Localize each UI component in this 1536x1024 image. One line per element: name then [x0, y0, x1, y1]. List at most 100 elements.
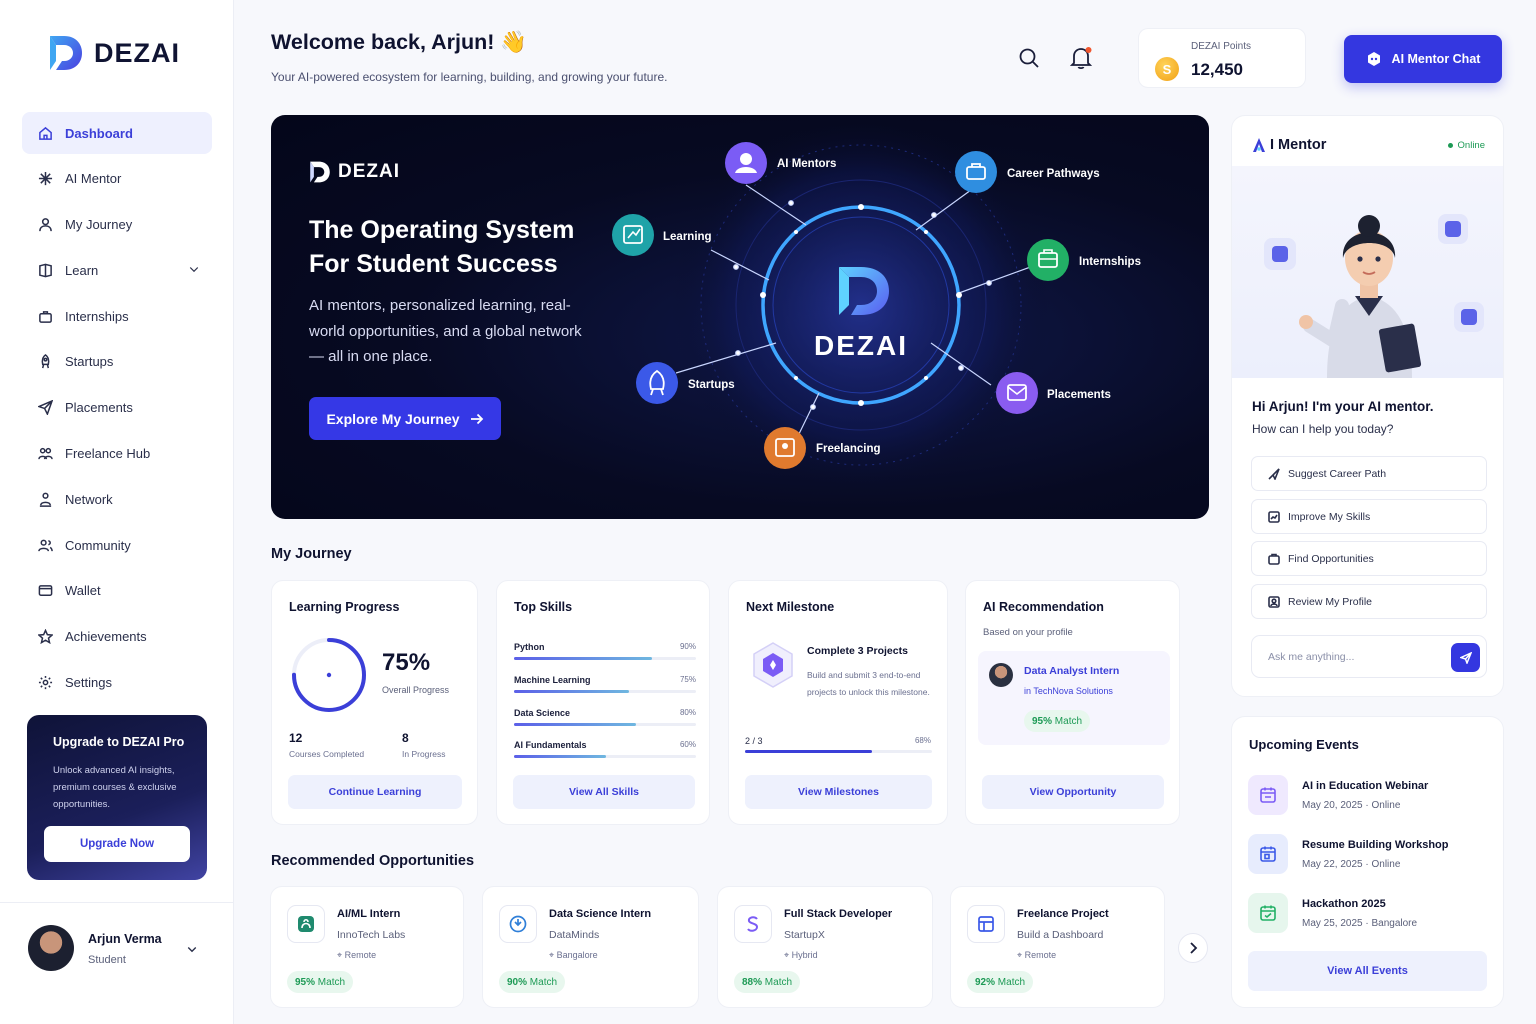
- sidebar-item-dashboard[interactable]: Dashboard: [22, 112, 212, 154]
- sidebar-item-network[interactable]: Network: [22, 478, 212, 520]
- sidebar-item-community[interactable]: Community: [22, 524, 212, 566]
- hero-description: AI mentors, personalized learning, real-…: [309, 297, 582, 365]
- recommendation-box[interactable]: Data Analyst Intern in TechNova Solution…: [978, 651, 1170, 745]
- sidebar-item-placements[interactable]: Placements: [22, 387, 212, 429]
- node-label-career-pathways: Career Pathways: [1007, 168, 1100, 180]
- hero-logo: DEZAI: [309, 160, 400, 184]
- find-opportunities-button[interactable]: Find Opportunities: [1251, 541, 1487, 576]
- points-value: 12,450: [1191, 60, 1243, 79]
- explore-my-journey-button[interactable]: Explore My Journey: [309, 397, 501, 440]
- next-opportunities-button[interactable]: [1178, 933, 1208, 963]
- match-word: Match: [317, 976, 346, 988]
- view-milestones-button[interactable]: View Milestones: [745, 775, 932, 809]
- send-icon: [38, 400, 53, 416]
- calendar-icon: [1248, 775, 1288, 815]
- briefcase-icon: [1268, 553, 1280, 565]
- opportunity-location: ⌖ Hybrid: [784, 950, 818, 961]
- sidebar-item-startups[interactable]: Startups: [22, 341, 212, 383]
- ai-mentor-chat-label: AI Mentor Chat: [1391, 52, 1481, 66]
- event-item[interactable]: Hackathon 2025 May 25, 2025 · Bangalore: [1248, 893, 1493, 937]
- suggestion-label: Find Opportunities: [1288, 552, 1374, 565]
- sidebar-item-label: AI Mentor: [65, 171, 122, 187]
- ai-recommendation-card: AI Recommendation Based on your profile …: [965, 580, 1180, 825]
- sidebar-item-achievements[interactable]: Achievements: [22, 616, 212, 658]
- opportunity-card[interactable]: Freelance Project Build a Dashboard ⌖ Re…: [950, 886, 1165, 1008]
- mentor-chat-input[interactable]: Ask me anything...: [1251, 635, 1487, 678]
- shield-icon: [499, 905, 537, 943]
- view-all-events-button[interactable]: View All Events: [1248, 951, 1487, 991]
- search-icon[interactable]: [1018, 47, 1040, 69]
- hero-logo-text: DEZAI: [338, 161, 400, 182]
- user-icon: [39, 218, 52, 232]
- chat-placeholder: Ask me anything...: [1268, 650, 1355, 663]
- improve-my-skills-button[interactable]: Improve My Skills: [1251, 499, 1487, 534]
- skill-row: Machine Learning 75%: [514, 675, 696, 693]
- home-icon: [39, 126, 52, 140]
- sidebar-item-my-journey[interactable]: My Journey: [22, 204, 212, 246]
- location-pin-icon: ⌖: [784, 950, 790, 960]
- sidebar-item-settings[interactable]: Settings: [22, 662, 212, 704]
- upgrade-title: Upgrade to DEZAI Pro: [53, 735, 185, 749]
- opportunity-card[interactable]: AI/ML Intern InnoTech Labs ⌖ Remote 95% …: [270, 886, 464, 1008]
- people-icon: [38, 447, 53, 460]
- opportunity-title: Data Science Intern: [549, 908, 652, 920]
- user-profile[interactable]: Arjun Verma Student: [0, 902, 234, 1024]
- upgrade-now-button[interactable]: Upgrade Now: [44, 826, 190, 862]
- sidebar-item-ai-mentor[interactable]: AI Mentor: [22, 158, 212, 200]
- points-card[interactable]: S DEZAI Points 12,450: [1138, 28, 1306, 88]
- chevron-down-icon[interactable]: [186, 943, 198, 955]
- sidebar-item-label: Wallet: [65, 583, 101, 599]
- progress-percent: 75%: [382, 649, 431, 676]
- sidebar-item-internships[interactable]: Internships: [22, 295, 212, 337]
- skill-row: AI Fundamentals 60%: [514, 740, 696, 758]
- card-title: AI Recommendation: [983, 600, 1104, 614]
- send-button[interactable]: [1451, 643, 1480, 672]
- match-value: 88%: [742, 976, 763, 988]
- sidebar-item-label: Dashboard: [65, 125, 133, 141]
- dezai-logo-icon: [50, 36, 82, 70]
- match-value: 95%: [295, 976, 316, 988]
- sidebar-item-learn[interactable]: Learn: [22, 249, 212, 291]
- node-label-placements: Placements: [1047, 389, 1111, 401]
- mentor-illustration: [1232, 166, 1503, 378]
- sparkle-icon: [38, 172, 53, 186]
- progress-ring: [292, 638, 366, 712]
- sidebar-item-wallet[interactable]: Wallet: [22, 570, 212, 612]
- suggestion-label: Review My Profile: [1288, 595, 1373, 608]
- mentor-logo-icon: [1253, 138, 1265, 152]
- recommendation-role: Data Analyst Intern: [1024, 665, 1120, 677]
- event-item[interactable]: Resume Building Workshop May 22, 2025 · …: [1248, 834, 1493, 878]
- node-startups: [636, 362, 678, 404]
- opportunity-card[interactable]: Data Science Intern DataMinds ⌖ Bangalor…: [482, 886, 699, 1008]
- events-heading: Upcoming Events: [1249, 737, 1359, 752]
- recommended-opportunities-heading: Recommended Opportunities: [271, 853, 475, 869]
- match-badge: 90% Match: [499, 971, 566, 993]
- opportunity-company: InnoTech Labs: [337, 929, 406, 941]
- bell-icon[interactable]: [1070, 46, 1092, 70]
- skill-name: AI Fundamentals: [514, 740, 587, 750]
- in-progress-count: 8: [402, 731, 409, 745]
- brand-logo[interactable]: DEZAI: [48, 34, 180, 72]
- review-my-profile-button[interactable]: Review My Profile: [1251, 584, 1487, 619]
- briefcase-icon: [39, 310, 52, 323]
- match-badge: 88% Match: [734, 971, 801, 993]
- suggest-career-path-button[interactable]: Suggest Career Path: [1251, 456, 1487, 491]
- match-word: Match: [1054, 715, 1083, 727]
- location-pin-icon: ⌖: [1017, 950, 1023, 960]
- ai-mentor-chat-button[interactable]: AI Mentor Chat: [1344, 35, 1502, 83]
- skill-percent: 75%: [679, 675, 696, 684]
- chevron-down-icon[interactable]: [188, 263, 200, 275]
- calendar-icon: [1248, 893, 1288, 933]
- view-all-skills-button[interactable]: View All Skills: [513, 775, 695, 809]
- match-value: 92%: [975, 976, 996, 988]
- arrow-right-icon: [470, 413, 483, 424]
- courses-completed-label: Courses Completed: [289, 749, 365, 759]
- sidebar-item-freelance-hub[interactable]: Freelance Hub: [22, 433, 212, 475]
- location-text: Hybrid: [791, 950, 818, 960]
- match-word: Match: [764, 976, 793, 988]
- event-item[interactable]: AI in Education Webinar May 20, 2025 · O…: [1248, 775, 1493, 819]
- rocket-icon: [41, 354, 50, 369]
- opportunity-card[interactable]: Full Stack Developer StartupX ⌖ Hybrid 8…: [717, 886, 933, 1008]
- view-opportunity-button[interactable]: View Opportunity: [982, 775, 1164, 809]
- continue-learning-button[interactable]: Continue Learning: [288, 775, 462, 809]
